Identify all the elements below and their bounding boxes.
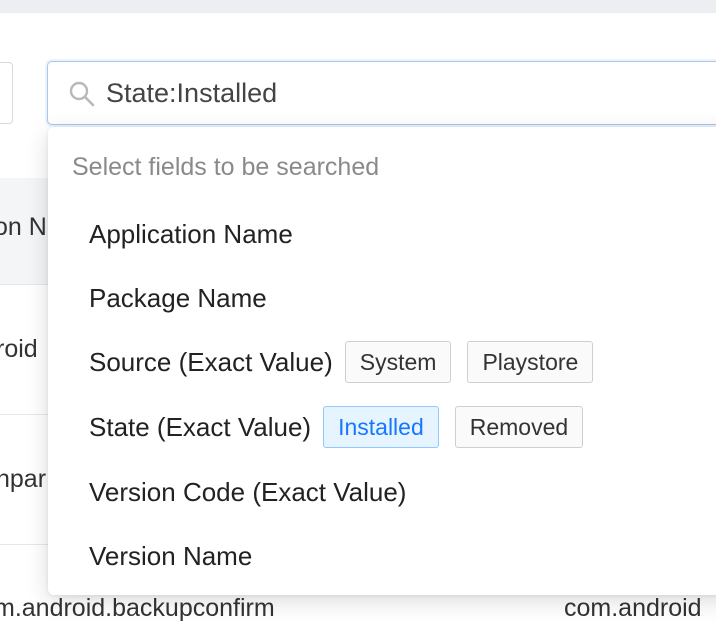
top-bar <box>0 0 716 13</box>
table-cell: m.android.backupconfirm <box>0 594 275 622</box>
option-system-chip[interactable]: System <box>344 341 452 383</box>
table-cell: roid <box>0 335 38 363</box>
field-source[interactable]: Source (Exact Value) System Playstore <box>89 338 609 386</box>
field-label: Application Name <box>89 218 293 249</box>
field-version-name[interactable]: Version Name <box>89 532 264 580</box>
option-installed-chip[interactable]: Installed <box>323 406 439 448</box>
field-version-code[interactable]: Version Code (Exact Value) <box>89 468 418 516</box>
search-box[interactable] <box>47 61 716 125</box>
field-label: Version Code (Exact Value) <box>89 476 407 507</box>
previous-control[interactable] <box>0 62 13 124</box>
field-label: Package Name <box>89 282 267 313</box>
dropdown-hint: Select fields to be searched <box>72 153 380 181</box>
search-icon <box>68 80 96 108</box>
table-cell: npar <box>0 465 47 493</box>
field-application-name[interactable]: Application Name <box>89 210 305 258</box>
field-label: Source (Exact Value) <box>89 346 333 377</box>
field-label: State (Exact Value) <box>89 411 312 442</box>
field-state[interactable]: State (Exact Value) Installed Removed <box>89 403 599 451</box>
table-header-cell: on N <box>0 213 47 241</box>
option-playstore-chip[interactable]: Playstore <box>467 341 594 383</box>
search-field-dropdown: Select fields to be searched Application… <box>48 127 716 595</box>
field-package-name[interactable]: Package Name <box>89 274 279 322</box>
field-label: Version Name <box>89 540 253 571</box>
search-input[interactable] <box>106 72 706 114</box>
table-cell: com.android <box>564 594 702 622</box>
option-removed-chip[interactable]: Removed <box>454 406 584 448</box>
